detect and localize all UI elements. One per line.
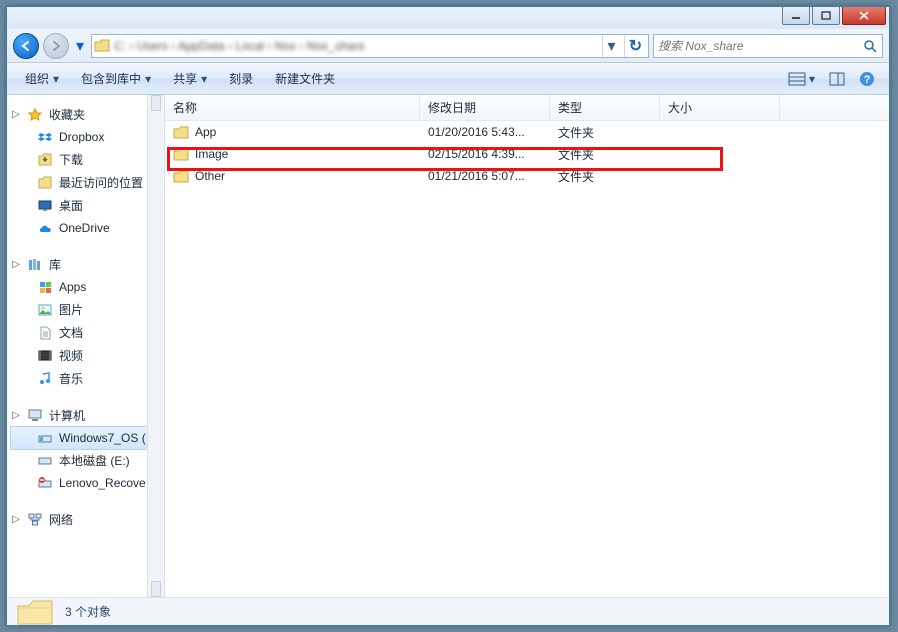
collapse-icon[interactable]: ▷: [11, 514, 21, 525]
navigation-bar: ▾ C: › Users › AppData › Local › Nox › N…: [7, 29, 889, 63]
collapse-icon[interactable]: ▷: [11, 259, 21, 270]
sidebar-item-windows7-os[interactable]: Windows7_OS (: [11, 427, 164, 449]
favorites-group: ▷ 收藏夹 Dropbox 下载 最近访问的位置 桌面 OneDrive: [11, 103, 164, 239]
sidebar-item-lenovo-recovery[interactable]: Lenovo_Recove: [11, 472, 164, 494]
apps-icon: [37, 279, 53, 295]
preview-pane-button[interactable]: [823, 68, 851, 90]
libraries-header[interactable]: ▷ 库: [11, 253, 164, 276]
music-icon: [37, 371, 53, 387]
content-pane: 名称 修改日期 类型 大小 App 01/20/2016 5:43... 文件夹…: [165, 95, 889, 597]
sidebar-item-onedrive[interactable]: OneDrive: [11, 217, 164, 239]
collapse-icon[interactable]: ▷: [11, 410, 21, 421]
drive-icon: [37, 430, 53, 446]
maximize-button[interactable]: [812, 7, 840, 25]
sidebar-item-recent[interactable]: 最近访问的位置: [11, 171, 164, 194]
column-type[interactable]: 类型: [550, 95, 660, 120]
help-button[interactable]: ?: [853, 67, 881, 91]
libraries-label: 库: [49, 256, 61, 273]
pictures-icon: [37, 302, 53, 318]
sidebar-item-music[interactable]: 音乐: [11, 367, 164, 390]
folder-icon: [173, 124, 189, 140]
back-button[interactable]: [13, 33, 39, 59]
svg-text:?: ?: [864, 74, 871, 86]
search-input[interactable]: [658, 39, 858, 53]
organize-menu[interactable]: 组织 ▾: [15, 66, 69, 91]
recent-icon: [37, 175, 53, 191]
folder-icon: [173, 168, 189, 184]
share-menu[interactable]: 共享 ▾: [163, 66, 217, 91]
status-bar: 3 个对象: [7, 597, 889, 625]
sidebar-item-local-disk-e[interactable]: 本地磁盘 (E:): [11, 449, 164, 472]
list-item[interactable]: Other 01/21/2016 5:07... 文件夹: [165, 165, 889, 187]
computer-group: ▷ 计算机 Windows7_OS ( 本地磁盘 (E:) Lenovo_Rec…: [11, 404, 164, 494]
dropbox-icon: [37, 129, 53, 145]
column-name[interactable]: 名称: [165, 95, 420, 120]
computer-header[interactable]: ▷ 计算机: [11, 404, 164, 427]
history-dropdown[interactable]: ▾: [73, 33, 87, 59]
titlebar: [7, 7, 889, 29]
column-date[interactable]: 修改日期: [420, 95, 550, 120]
refresh-button[interactable]: ↻: [624, 35, 646, 57]
burn-button[interactable]: 刻录: [219, 66, 263, 91]
sidebar-item-documents[interactable]: 文档: [11, 321, 164, 344]
network-header[interactable]: ▷ 网络: [11, 508, 164, 531]
computer-label: 计算机: [49, 407, 85, 424]
favorites-header[interactable]: ▷ 收藏夹: [11, 103, 164, 126]
explorer-window: ▾ C: › Users › AppData › Local › Nox › N…: [6, 6, 890, 626]
folder-icon: [94, 38, 110, 54]
sidebar-item-downloads[interactable]: 下载: [11, 148, 164, 171]
library-icon: [27, 257, 43, 273]
address-path: C: › Users › AppData › Local › Nox › Nox…: [114, 39, 598, 53]
list-item[interactable]: App 01/20/2016 5:43... 文件夹: [165, 121, 889, 143]
folder-icon: [173, 146, 189, 162]
status-text: 3 个对象: [65, 603, 111, 620]
file-list: App 01/20/2016 5:43... 文件夹 Image 02/15/2…: [165, 121, 889, 597]
favorites-label: 收藏夹: [49, 106, 85, 123]
star-icon: [27, 107, 43, 123]
drive-icon: [37, 453, 53, 469]
libraries-group: ▷ 库 Apps 图片 文档 视频 音乐: [11, 253, 164, 390]
search-box[interactable]: [653, 34, 883, 58]
desktop-icon: [37, 198, 53, 214]
toolbar: 组织 ▾ 包含到库中 ▾ 共享 ▾ 刻录 新建文件夹 ▾ ?: [7, 63, 889, 95]
include-in-library-menu[interactable]: 包含到库中 ▾: [71, 66, 161, 91]
onedrive-icon: [37, 220, 53, 236]
search-icon: [862, 38, 878, 54]
sidebar-item-desktop[interactable]: 桌面: [11, 194, 164, 217]
sidebar-item-pictures[interactable]: 图片: [11, 298, 164, 321]
network-group: ▷ 网络: [11, 508, 164, 531]
computer-icon: [27, 408, 43, 424]
drive-warn-icon: [37, 475, 53, 491]
folder-icon: [15, 597, 55, 627]
network-label: 网络: [49, 511, 73, 528]
minimize-button[interactable]: [782, 7, 810, 25]
sidebar-item-dropbox[interactable]: Dropbox: [11, 126, 164, 148]
new-folder-button[interactable]: 新建文件夹: [265, 66, 345, 91]
network-icon: [27, 512, 43, 528]
navigation-pane: ▷ 收藏夹 Dropbox 下载 最近访问的位置 桌面 OneDrive ▷ 库: [7, 95, 165, 597]
sidebar-item-videos[interactable]: 视频: [11, 344, 164, 367]
close-button[interactable]: [842, 7, 886, 25]
column-headers: 名称 修改日期 类型 大小: [165, 95, 889, 121]
list-item[interactable]: Image 02/15/2016 4:39... 文件夹: [165, 143, 889, 165]
documents-icon: [37, 325, 53, 341]
view-options-button[interactable]: ▾: [782, 68, 821, 90]
sidebar-scrollbar[interactable]: [147, 95, 164, 597]
forward-button[interactable]: [43, 33, 69, 59]
column-size[interactable]: 大小: [660, 95, 780, 120]
address-bar[interactable]: C: › Users › AppData › Local › Nox › Nox…: [91, 34, 649, 58]
videos-icon: [37, 348, 53, 364]
sidebar-item-apps[interactable]: Apps: [11, 276, 164, 298]
download-icon: [37, 152, 53, 168]
collapse-icon[interactable]: ▷: [11, 109, 21, 120]
address-dropdown[interactable]: ▾: [602, 35, 620, 57]
